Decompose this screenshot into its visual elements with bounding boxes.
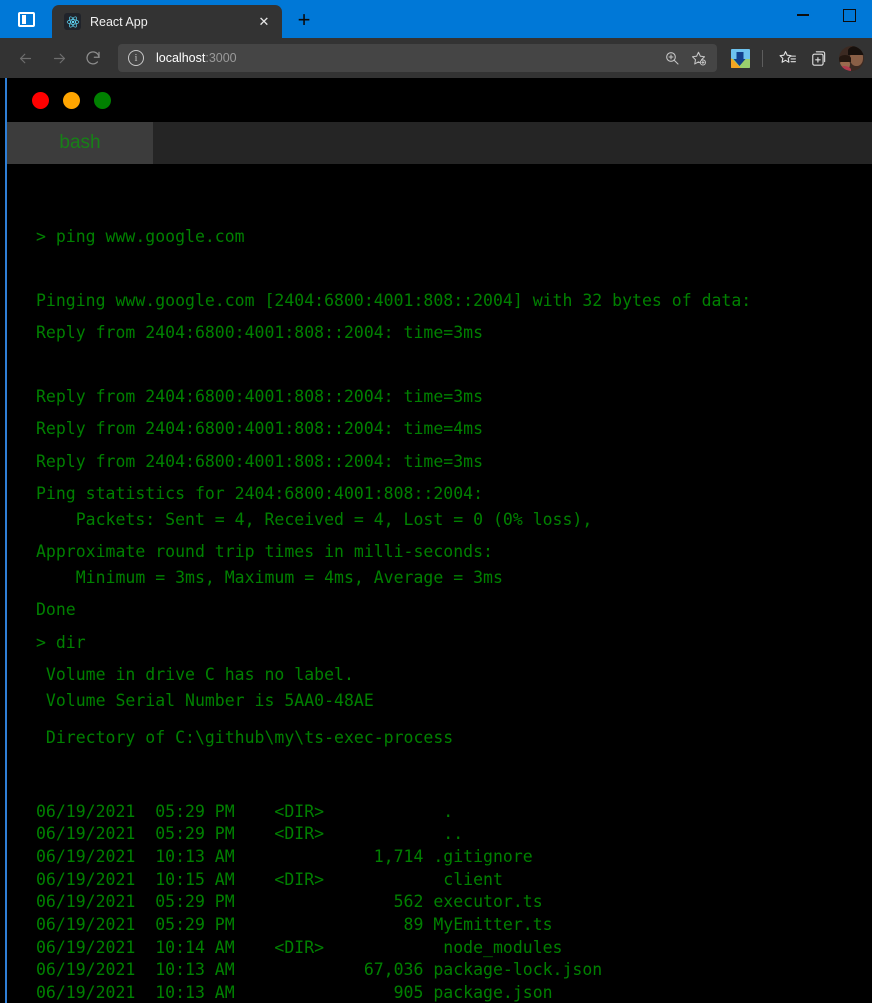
download-extension-icon[interactable] [725,43,755,73]
terminal-line: Approximate round trip times in milli-se… [36,542,493,561]
page-content: bash > ping www.google.com Pinging www.go… [7,78,872,1003]
favorites-list-icon[interactable] [772,43,802,73]
extension-glyph [730,48,750,68]
terminal-output[interactable]: > ping www.google.com Pinging www.google.… [7,164,872,1003]
directory-listing-row: 06/19/2021 10:14 AM <DIR> node_modules [36,937,563,957]
directory-listing-row: 06/19/2021 05:29 PM <DIR> . [36,801,454,821]
site-info-icon[interactable]: i [128,50,144,66]
terminal-tab-bar-empty [153,122,872,164]
close-tab-icon[interactable]: ✕ [254,12,274,32]
terminal-line: Reply from 2404:6800:4001:808::2004: tim… [36,419,484,438]
terminal-line: Volume in drive C has no label. [36,665,354,684]
tab-title: React App [90,14,148,29]
url-path: :3000 [205,51,237,65]
tab-strip: React App ✕ + [0,0,320,38]
back-button[interactable] [8,43,42,73]
terminal-line: Directory of C:\github\my\ts-exec-proces… [36,728,454,747]
terminal-line: Done [36,600,76,619]
terminal-line: Ping statistics for 2404:6800:4001:808::… [36,484,484,503]
sidebar-toggle-button[interactable] [0,0,52,38]
browser-toolbar: i localhost:3000 [0,38,872,78]
avatar-hair-primary [848,45,864,55]
directory-listing-row: 06/19/2021 10:13 AM 1,714 .gitignore [36,846,533,866]
directory-listing-row: 06/19/2021 05:29 PM <DIR> .. [36,824,464,844]
browser-window: React App ✕ + i localhost:3000 bash > pi… [0,0,872,1003]
toolbar-separator [762,49,763,67]
directory-listing-row: 06/19/2021 10:13 AM 905 package.json [36,983,553,1003]
terminal-line: Minimum = 3ms, Maximum = 4ms, Average = … [36,567,503,587]
add-favorite-star-icon[interactable] [685,46,711,70]
url-text: localhost:3000 [156,51,659,65]
profile-avatar[interactable] [839,45,864,71]
minimize-button[interactable] [780,0,826,30]
terminal-line: Volume Serial Number is 5AA0-48AE [36,690,374,710]
terminal-text-blocks: > ping www.google.com Pinging www.google.… [7,224,872,763]
terminal-line: Reply from 2404:6800:4001:808::2004: tim… [36,323,484,342]
terminal-tab-bash[interactable]: bash [7,122,153,164]
url-host: localhost [156,51,206,65]
browser-titlebar: React App ✕ + [0,0,872,38]
maximize-button[interactable] [826,0,872,30]
minimize-dot-icon[interactable] [63,91,80,109]
directory-listing: 06/19/2021 05:29 PM <DIR> . 06/19/2021 05… [7,801,872,1003]
avatar-hair-secondary [839,54,851,62]
terminal-line: > dir [36,632,86,652]
zoom-search-icon[interactable] [659,46,685,70]
maximize-dot-icon[interactable] [94,91,111,109]
terminal-line: Packets: Sent = 4, Received = 4, Lost = … [36,509,593,529]
forward-button[interactable] [42,43,76,73]
browser-tab-react-app[interactable]: React App ✕ [52,5,282,38]
terminal-line: Reply from 2404:6800:4001:808::2004: tim… [36,386,484,406]
new-tab-button[interactable]: + [288,4,320,36]
directory-listing-row: 06/19/2021 10:15 AM <DIR> client [36,869,503,889]
terminal-line: > ping www.google.com [36,227,245,246]
page-viewport: bash > ping www.google.com Pinging www.go… [0,78,872,1003]
sidebar-icon [17,11,35,27]
terminal-window-dots [7,78,872,122]
directory-listing-row: 06/19/2021 05:29 PM 562 executor.ts [36,892,543,912]
terminal-line: Pinging www.google.com [2404:6800:4001:8… [36,290,752,310]
maximize-icon [842,8,856,22]
address-bar[interactable]: i localhost:3000 [118,44,717,72]
terminal-tab-bar: bash [7,122,872,164]
collections-icon[interactable] [804,43,834,73]
minimize-icon [797,14,809,16]
reload-button[interactable] [76,43,110,73]
extension-arrow [733,51,746,66]
terminal-line: Reply from 2404:6800:4001:808::2004: tim… [36,451,484,471]
close-dot-icon[interactable] [32,91,49,109]
directory-listing-row: 06/19/2021 05:29 PM 89 MyEmitter.ts [36,915,553,935]
react-logo-icon [64,13,81,30]
directory-listing-row: 06/19/2021 10:13 AM 67,036 package-lock.… [36,960,603,980]
window-controls [780,0,872,30]
